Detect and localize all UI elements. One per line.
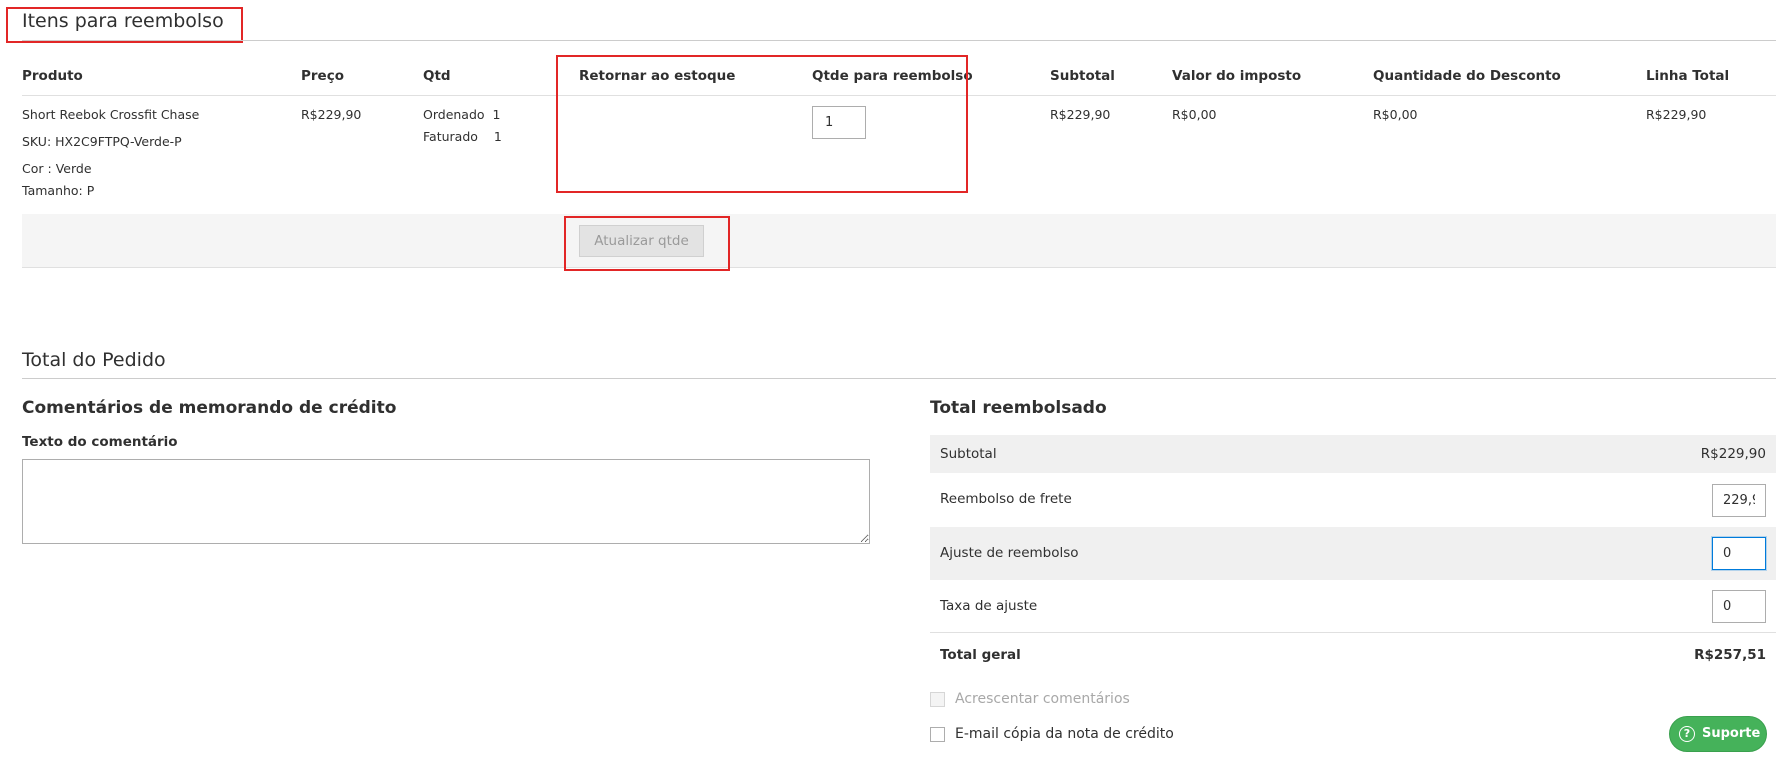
adjustment-fee-label: Taxa de ajuste — [940, 598, 1038, 614]
items-section-divider — [22, 40, 1776, 41]
col-header-row-total: Linha Total — [1646, 68, 1730, 84]
row-subtotal: R$229,90 — [1050, 107, 1111, 122]
product-sku: SKU: HX2C9FTPQ-Verde-P — [22, 134, 182, 149]
highlight-box-columns — [556, 55, 968, 193]
col-header-subtotal: Subtotal — [1050, 68, 1115, 84]
qty-ordered-value: 1 — [492, 107, 501, 122]
grand-total-row: Total geral R$257,51 — [930, 633, 1776, 675]
col-header-tax: Valor do imposto — [1172, 68, 1302, 84]
row-discount: R$0,00 — [1373, 107, 1418, 122]
refund-shipping-label: Reembolso de frete — [940, 491, 1072, 507]
qty-invoiced-value: 1 — [493, 129, 502, 144]
product-name: Short Reebok Crossfit Chase — [22, 107, 200, 122]
comment-textarea[interactable] — [22, 459, 870, 544]
append-comments-label: Acrescentar comentários — [955, 691, 1130, 707]
qty-ordered: Ordenado 1 — [423, 107, 500, 122]
option-size: Tamanho: P — [22, 183, 94, 198]
support-button[interactable]: ? Suporte — [1669, 716, 1767, 752]
credit-memo-comments-title: Comentários de memorando de crédito — [22, 398, 397, 418]
email-copy-checkbox[interactable] — [930, 727, 945, 742]
order-total-title: Total do Pedido — [22, 349, 166, 371]
refund-shipping-row: Reembolso de frete — [930, 473, 1776, 527]
order-total-divider — [22, 378, 1776, 379]
support-label: Suporte — [1702, 726, 1761, 741]
col-header-product: Produto — [22, 68, 83, 84]
option-color: Cor : Verde — [22, 161, 92, 176]
product-price: R$229,90 — [301, 107, 362, 122]
refund-subtotal-row: Subtotal R$229,90 — [930, 435, 1776, 473]
adjustment-fee-row: Taxa de ajuste — [930, 580, 1776, 633]
refund-totals-title: Total reembolsado — [930, 398, 1107, 418]
grand-total-label: Total geral — [940, 647, 1021, 663]
append-comments-checkbox[interactable] — [930, 692, 945, 707]
option-size-label: Tamanho: — [22, 183, 83, 198]
qty-invoiced-label: Faturado — [423, 129, 478, 144]
highlight-box-update — [564, 216, 730, 271]
row-total: R$229,90 — [1646, 107, 1707, 122]
help-circle-icon: ? — [1679, 726, 1695, 742]
refund-adjustment-row: Ajuste de reembolso — [930, 527, 1776, 580]
col-header-qty: Qtd — [423, 68, 451, 84]
adjustment-fee-input[interactable] — [1712, 590, 1766, 623]
refund-subtotal-value: R$229,90 — [1700, 446, 1766, 462]
refund-adjustment-input[interactable] — [1712, 537, 1766, 570]
comment-text-label: Texto do comentário — [22, 434, 178, 450]
qty-ordered-label: Ordenado — [423, 107, 485, 122]
grand-total-value: R$257,51 — [1694, 647, 1766, 663]
option-color-value: Verde — [55, 161, 92, 176]
option-color-label: Cor : — [22, 161, 52, 176]
refund-shipping-input[interactable] — [1712, 484, 1766, 517]
highlight-box-title — [6, 7, 243, 43]
refund-subtotal-label: Subtotal — [940, 446, 997, 462]
option-size-value: P — [86, 183, 95, 198]
update-qty-bar — [22, 214, 1776, 268]
refund-adjustment-label: Ajuste de reembolso — [940, 545, 1079, 561]
row-tax: R$0,00 — [1172, 107, 1217, 122]
col-header-discount: Quantidade do Desconto — [1373, 68, 1561, 84]
email-copy-label: E-mail cópia da nota de crédito — [955, 726, 1174, 742]
qty-invoiced: Faturado 1 — [423, 129, 502, 144]
col-header-price: Preço — [301, 68, 344, 84]
